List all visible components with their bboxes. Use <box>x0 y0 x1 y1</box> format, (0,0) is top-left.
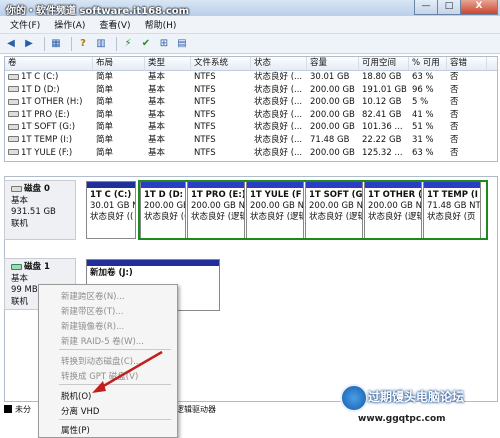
logo-circle-icon <box>340 384 368 412</box>
forum-logo: 过期馒头电脑论坛 www.ggqtpc.com <box>340 380 498 432</box>
logo-brand: 过期馒头电脑论坛 <box>368 390 465 404</box>
annotation-arrow <box>92 350 163 393</box>
arrow-shaft <box>99 350 163 390</box>
logo-url: www.ggqtpc.com <box>358 414 446 424</box>
arrow-head <box>92 381 106 393</box>
